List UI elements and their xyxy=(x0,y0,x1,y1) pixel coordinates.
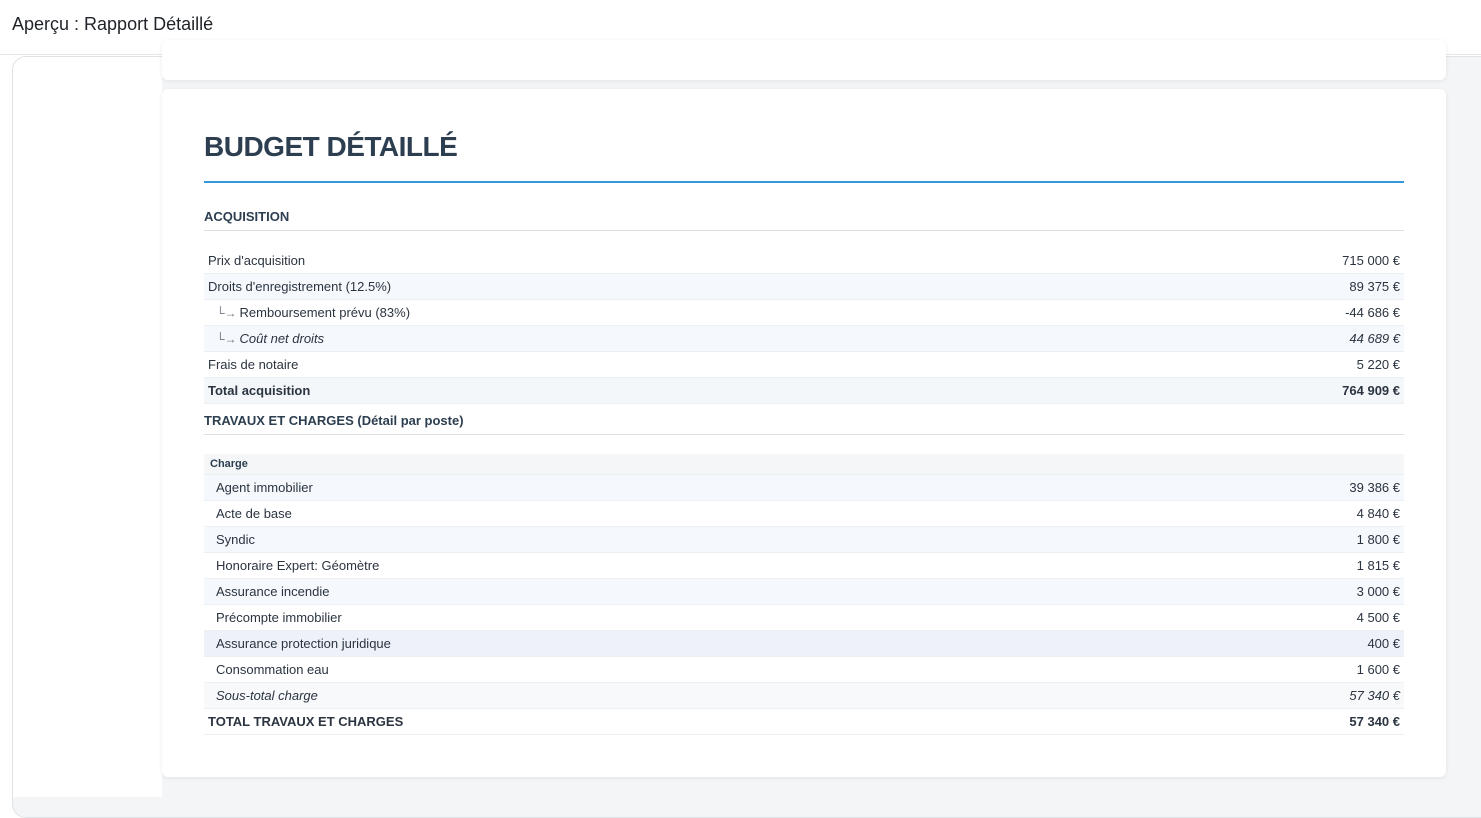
window-title: Aperçu : Rapport Détaillé xyxy=(12,14,214,34)
row-value: 39 386 € xyxy=(1349,480,1400,495)
row-label: Frais de notaire xyxy=(208,357,299,372)
row-label: Droits d'enregistrement (12.5%) xyxy=(208,279,392,294)
row-value: 44 689 € xyxy=(1349,331,1400,346)
row-value: 89 375 € xyxy=(1349,279,1400,294)
left-margin xyxy=(13,57,162,797)
total-row: TOTAL TRAVAUX ET CHARGES 57 340 € xyxy=(204,709,1404,735)
row-label: Syndic xyxy=(216,532,256,547)
row-label: Agent immobilier xyxy=(216,480,313,495)
row-value: 57 340 € xyxy=(1349,688,1400,703)
row-value: 764 909 € xyxy=(1342,383,1400,398)
subtotal-row: Sous-total charge 57 340 € xyxy=(204,683,1404,709)
sub-arrow-icon: └→ xyxy=(216,306,237,320)
section-travaux-heading: TRAVAUX ET CHARGES (Détail par poste) xyxy=(204,413,1404,435)
report-page: BUDGET DÉTAILLÉ ACQUISITION Prix d'acqui… xyxy=(162,89,1446,777)
row-label: Honoraire Expert: Géomètre xyxy=(216,558,380,573)
row-label: Acte de base xyxy=(216,506,292,521)
row-value: 4 840 € xyxy=(1356,506,1400,521)
report-title: BUDGET DÉTAILLÉ xyxy=(204,131,458,162)
table-row: Précompte immobilier 4 500 € xyxy=(204,605,1404,631)
row-value: 4 500 € xyxy=(1356,610,1400,625)
row-value: 5 220 € xyxy=(1356,357,1400,372)
row-label: Assurance protection juridique xyxy=(216,636,391,651)
row-label: Prix d'acquisition xyxy=(208,253,306,268)
row-value: 1 800 € xyxy=(1356,532,1400,547)
table-row: Prix d'acquisition 715 000 € xyxy=(204,248,1404,274)
table-row: Droits d'enregistrement (12.5%) 89 375 € xyxy=(204,274,1404,300)
previous-page-card xyxy=(162,40,1446,80)
row-label: Remboursement prévu (83%) xyxy=(239,305,411,320)
total-row: Total acquisition 764 909 € xyxy=(204,378,1404,404)
row-label: Consommation eau xyxy=(216,662,329,677)
row-value: 1 815 € xyxy=(1356,558,1400,573)
table-row: Assurance protection juridique 400 € xyxy=(204,631,1404,657)
table-row: Syndic 1 800 € xyxy=(204,527,1404,553)
row-value: 57 340 € xyxy=(1349,714,1400,729)
acquisition-table: Prix d'acquisition 715 000 € Droits d'en… xyxy=(204,248,1404,404)
table-row: └→ Remboursement prévu (83%) -44 686 € xyxy=(204,300,1404,326)
row-label: Coût net droits xyxy=(239,331,325,346)
row-label: Total acquisition xyxy=(208,383,311,398)
row-label: Assurance incendie xyxy=(216,584,330,599)
row-value: 1 600 € xyxy=(1356,662,1400,677)
row-label: Précompte immobilier xyxy=(216,610,342,625)
row-value: 715 000 € xyxy=(1342,253,1400,268)
row-label: TOTAL TRAVAUX ET CHARGES xyxy=(208,714,404,729)
table-row: Honoraire Expert: Géomètre 1 815 € xyxy=(204,553,1404,579)
row-value: 400 € xyxy=(1367,636,1400,651)
sub-arrow-icon: └→ xyxy=(216,332,237,346)
table-row: Frais de notaire 5 220 € xyxy=(204,352,1404,378)
table-row: Assurance incendie 3 000 € xyxy=(204,579,1404,605)
table-row: Consommation eau 1 600 € xyxy=(204,657,1404,683)
row-value: -44 686 € xyxy=(1345,305,1400,320)
table-row: Acte de base 4 840 € xyxy=(204,501,1404,527)
travaux-table: Charge Agent immobilier 39 386 € Acte de… xyxy=(204,454,1404,735)
row-value: 3 000 € xyxy=(1356,584,1400,599)
section-acquisition-heading: ACQUISITION xyxy=(204,209,1404,231)
group-header: Charge xyxy=(204,454,1404,475)
row-label: Sous-total charge xyxy=(216,688,318,703)
title-divider xyxy=(204,181,1404,183)
table-row: └→ Coût net droits 44 689 € xyxy=(204,326,1404,352)
table-row: Agent immobilier 39 386 € xyxy=(204,475,1404,501)
